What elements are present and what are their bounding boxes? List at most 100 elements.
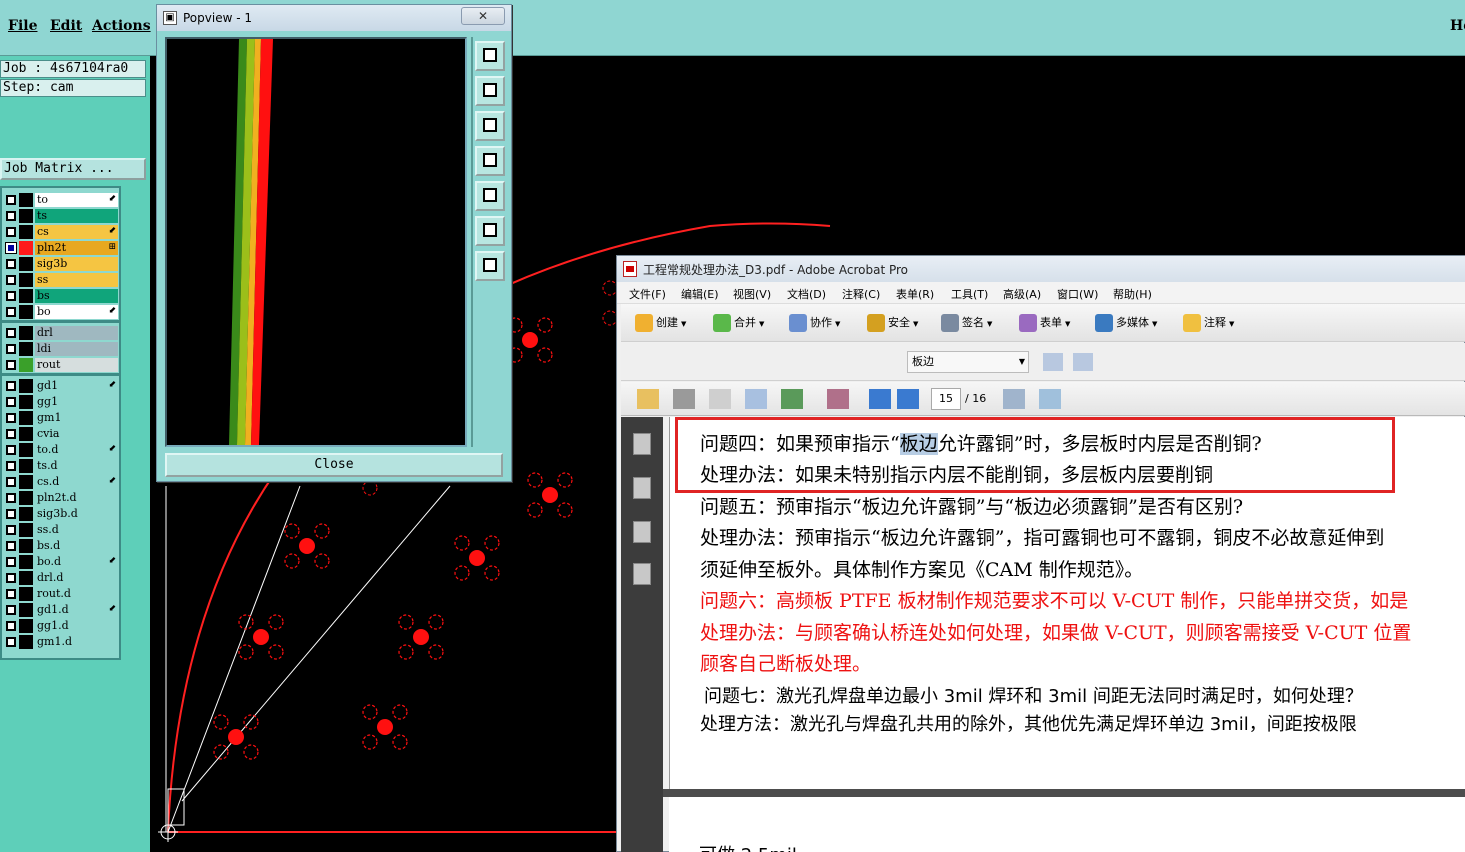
forms-button[interactable]: 表单 ▼ [1019,312,1070,334]
menu-comments[interactable]: 注释(C) [842,286,880,302]
layer-name[interactable]: gm1.d [35,635,118,649]
menu-edit[interactable]: 编辑(E) [681,286,719,302]
layer-name[interactable]: rout.d [35,587,118,601]
collaborate-button[interactable]: 协作 ▼ [789,312,840,334]
layer-name[interactable]: to.d ⬋ [35,443,118,457]
layer-row-sig3b[interactable]: sig3b [2,256,119,271]
layer-name[interactable]: sig3b.d [35,507,118,521]
menu-help[interactable]: He [1450,18,1465,34]
layer-checkbox[interactable] [6,541,16,551]
layer-row-gm1-d[interactable]: gm1.d [2,634,119,649]
zoom-fit-icon[interactable] [475,216,505,246]
layer-checkbox[interactable] [6,589,16,599]
layer-checkbox[interactable] [6,275,16,285]
open-folder-icon[interactable] [637,389,659,409]
layer-name[interactable]: ts [35,209,118,223]
menu-actions[interactable]: Actions [92,18,151,34]
layer-row-ts[interactable]: ts [2,208,119,223]
layer-name[interactable]: ss.d [35,523,118,537]
layer-checkbox[interactable] [6,360,16,370]
layer-name[interactable]: drl.d [35,571,118,585]
layer-row-cs[interactable]: cs ⬋ [2,224,119,239]
menu-window[interactable]: 窗口(W) [1057,286,1098,302]
search-input[interactable]: 板边 ▼ [907,351,1029,373]
menu-file[interactable]: 文件(F) [629,286,666,302]
email-icon[interactable] [745,389,767,409]
menu-advanced[interactable]: 高级(A) [1003,286,1041,302]
layer-name[interactable]: ss [35,273,118,287]
layer-name[interactable]: ts.d [35,459,118,473]
layer-checkbox[interactable] [6,605,16,615]
layer-row-rout-d[interactable]: rout.d [2,586,119,601]
layer-row-drl-d[interactable]: drl.d [2,570,119,585]
layer-checkbox[interactable] [6,525,16,535]
layer-row-to[interactable]: to ⬋ [2,192,119,207]
layer-checkbox[interactable] [6,477,16,487]
layer-name[interactable]: drl [35,326,118,340]
layer-name[interactable]: gg1.d [35,619,118,633]
layer-row-gd1[interactable]: gd1 ⬋ [2,378,119,393]
layer-checkbox[interactable] [6,344,16,354]
layer-checkbox[interactable] [6,307,16,317]
layer-row-ss[interactable]: ss [2,272,119,287]
fit-width-icon[interactable] [1003,389,1025,409]
select-tool-icon[interactable] [827,389,849,409]
layer-row-pln2t[interactable]: pln2t ⊞ [2,240,119,255]
layer-checkbox[interactable] [6,557,16,567]
combine-button[interactable]: 合并 ▼ [713,312,764,334]
layer-checkbox[interactable] [6,259,16,269]
layer-checkbox[interactable] [6,445,16,455]
print-icon[interactable] [673,389,695,409]
close-icon[interactable]: ✕ [461,7,505,25]
layer-name[interactable]: to ⬋ [35,193,118,207]
layer-row-to-d[interactable]: to.d ⬋ [2,442,119,457]
menu-document[interactable]: 文档(D) [787,286,826,302]
layer-name[interactable]: gd1 ⬋ [35,379,118,393]
layer-name[interactable]: cs ⬋ [35,225,118,239]
layer-checkbox[interactable] [6,243,16,253]
layer-row-rout[interactable]: rout [2,357,119,372]
layer-checkbox[interactable] [6,397,16,407]
pages-icon[interactable] [633,433,651,455]
layer-checkbox[interactable] [6,429,16,439]
layer-name[interactable]: bo.d ⬋ [35,555,118,569]
layer-checkbox[interactable] [6,509,16,519]
layer-row-pln2t-d[interactable]: pln2t.d [2,490,119,505]
job-matrix-button[interactable]: Job Matrix ... [0,158,146,180]
popview-titlebar[interactable]: ▣ Popview - 1 ✕ [157,5,511,31]
comment-button[interactable]: 注释 ▼ [1183,312,1234,334]
layer-checkbox[interactable] [6,381,16,391]
layer-checkbox[interactable] [6,328,16,338]
acrobat-titlebar[interactable]: 工程常规处理办法_D3.pdf - Adobe Acrobat Pro [617,256,1465,282]
layer-checkbox[interactable] [6,493,16,503]
menu-tools[interactable]: 工具(T) [951,286,988,302]
layer-checkbox[interactable] [6,573,16,583]
layer-row-bo-d[interactable]: bo.d ⬋ [2,554,119,569]
next-page-icon[interactable] [897,389,919,409]
layer-checkbox[interactable] [6,291,16,301]
secure-button[interactable]: 安全 ▼ [867,312,918,334]
layer-name[interactable]: cs.d ⬋ [35,475,118,489]
layer-name[interactable]: gd1.d ⬋ [35,603,118,617]
layer-checkbox[interactable] [6,195,16,205]
find-next-icon[interactable] [1073,353,1093,371]
layer-name[interactable]: pln2t ⊞ [35,241,118,255]
menu-edit[interactable]: Edit [50,18,82,34]
pan-down-icon[interactable] [475,111,505,141]
layer-name[interactable]: pln2t.d [35,491,118,505]
previous-page-icon[interactable] [869,389,891,409]
layer-checkbox[interactable] [6,227,16,237]
layer-row-gg1[interactable]: gg1 [2,394,119,409]
layer-name[interactable]: gm1 [35,411,118,425]
layer-row-sig3b-d[interactable]: sig3b.d [2,506,119,521]
zoom-window-icon[interactable] [475,41,505,71]
zoom-center-icon[interactable] [475,251,505,281]
layer-name[interactable]: cvia [35,427,118,441]
pan-left-icon[interactable] [475,146,505,176]
chevron-down-icon[interactable]: ▼ [1019,352,1025,372]
close-button[interactable]: Close [165,453,503,477]
signatures-icon[interactable] [633,521,651,543]
find-previous-icon[interactable] [1043,353,1063,371]
menu-view[interactable]: 视图(V) [733,286,771,302]
upload-icon[interactable] [781,389,803,409]
